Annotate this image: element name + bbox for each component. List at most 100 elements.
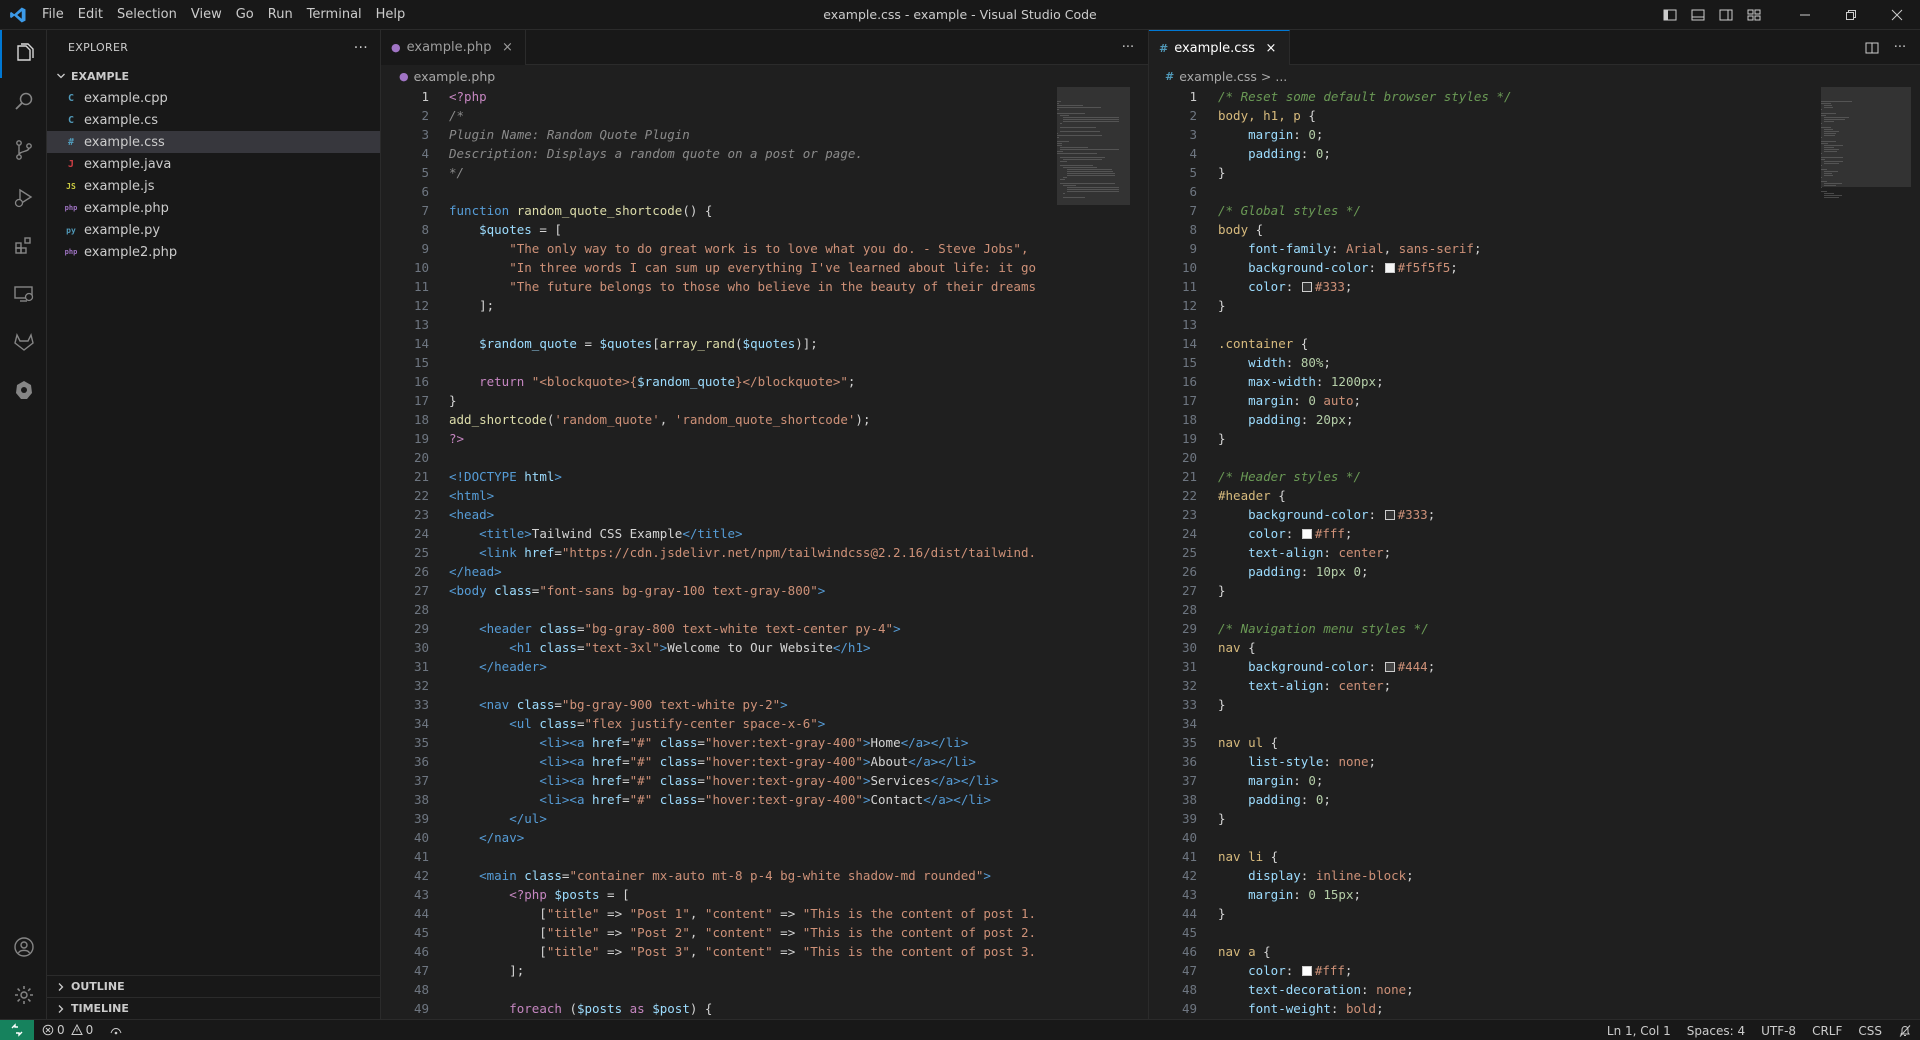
code-token: list-style (1248, 754, 1324, 769)
color-swatch[interactable] (1384, 662, 1395, 672)
code-line: /* Global styles */ (1218, 201, 1361, 220)
code-area-left[interactable]: 1 <?php 2 /* 3 Plugin Name: Random Quote Plug… (381, 87, 1148, 1019)
toggle-panel-icon[interactable] (1684, 0, 1712, 30)
code-token: => (772, 944, 803, 959)
code-line: function random_quote_shortcode() { (449, 201, 712, 220)
color-swatch[interactable] (1384, 263, 1395, 273)
tab-example-css[interactable]: # example.css × (1149, 30, 1290, 65)
more-actions-icon[interactable]: ··· (1886, 40, 1914, 55)
outline-section[interactable]: OUTLINE (47, 975, 380, 997)
code-token: = (554, 545, 562, 560)
indentation[interactable]: Spaces: 4 (1679, 1020, 1753, 1040)
code-token: ; (1427, 659, 1436, 674)
activity-bar (0, 30, 47, 1019)
code-token: : (1293, 127, 1309, 142)
code-token: color (1248, 526, 1286, 541)
close-tab-icon[interactable]: × (499, 40, 515, 55)
restore-icon[interactable] (1828, 0, 1874, 30)
code-line: <body class="font-sans bg-gray-100 text-… (449, 581, 825, 600)
menu-file[interactable]: File (35, 0, 71, 30)
color-swatch[interactable] (1301, 282, 1312, 292)
ports-icon[interactable] (101, 1020, 131, 1040)
accounts-icon[interactable] (0, 923, 47, 971)
minimap-right[interactable] (1821, 87, 1911, 1019)
code-token: ; (1344, 526, 1353, 541)
code-token: font-family (1248, 241, 1331, 256)
remote-explorer-icon[interactable] (0, 270, 47, 318)
file-item[interactable]: php example.php (47, 197, 380, 219)
code-token: </a></li> (908, 754, 976, 769)
extensions-icon[interactable] (0, 222, 47, 270)
code-token: $posts (576, 1001, 623, 1016)
split-editor-icon[interactable] (1858, 40, 1886, 56)
code-token: "flex justify-center space-x-6" (584, 716, 818, 731)
menu-view[interactable]: View (184, 0, 229, 30)
close-tab-icon[interactable]: × (1263, 41, 1279, 56)
language-mode[interactable]: CSS (1850, 1020, 1890, 1040)
menu-run[interactable]: Run (261, 0, 300, 30)
menu-selection[interactable]: Selection (110, 0, 184, 30)
code-token: => (599, 906, 630, 921)
breadcrumb-file[interactable]: example.php (414, 69, 496, 84)
minimize-icon[interactable] (1782, 0, 1828, 30)
remote-indicator[interactable] (0, 1019, 34, 1040)
code-area-right[interactable]: 1 /* Reset some default browser styles */… (1149, 87, 1920, 1019)
toggle-primary-sidebar-icon[interactable] (1656, 0, 1684, 30)
end-of-line[interactable]: CRLF (1804, 1020, 1850, 1040)
editor-actions-right: ··· (1858, 30, 1914, 65)
minimap-line (1821, 187, 1822, 189)
toggle-secondary-sidebar-icon[interactable] (1712, 0, 1740, 30)
timeline-section[interactable]: TIMELINE (47, 997, 380, 1019)
customize-layout-icon[interactable] (1740, 0, 1768, 30)
encoding[interactable]: UTF-8 (1753, 1020, 1804, 1040)
file-type-icon: php (64, 248, 78, 256)
file-item[interactable]: Cexample.cpp (47, 87, 380, 109)
problems-indicator[interactable]: 0 0 (34, 1020, 101, 1040)
file-item[interactable]: php example2.php (47, 241, 380, 263)
breadcrumb-tail[interactable]: > ... (1261, 69, 1287, 84)
folder-example[interactable]: EXAMPLE (47, 65, 380, 87)
close-window-icon[interactable] (1874, 0, 1920, 30)
notifications-bell-icon[interactable] (1890, 1020, 1920, 1040)
breadcrumb-file[interactable]: example.css (1179, 69, 1257, 84)
explorer-icon[interactable] (0, 30, 47, 78)
more-actions-icon[interactable]: ··· (354, 40, 368, 56)
kubernetes-icon[interactable] (0, 366, 47, 414)
more-actions-icon[interactable]: ··· (1114, 40, 1142, 55)
file-item[interactable]: JS example.js (47, 175, 380, 197)
run-debug-icon[interactable] (0, 174, 47, 222)
file-item[interactable]: Jexample.java (47, 153, 380, 175)
minimap-slider-right[interactable] (1821, 87, 1911, 187)
minimap-slider-left[interactable] (1057, 87, 1130, 205)
menu-edit[interactable]: Edit (71, 0, 110, 30)
menu-terminal[interactable]: Terminal (300, 0, 369, 30)
code-token: href (592, 754, 623, 769)
code-token: body, h1, p (1218, 108, 1301, 123)
code-token: [ (449, 906, 547, 921)
menu-go[interactable]: Go (229, 0, 261, 30)
file-item[interactable]: # example.css (47, 131, 380, 153)
cursor-position[interactable]: Ln 1, Col 1 (1599, 1020, 1679, 1040)
manage-gear-icon[interactable] (0, 971, 47, 1019)
color-swatch[interactable] (1301, 529, 1312, 539)
tab-example-php[interactable]: ● example.php × (381, 30, 527, 65)
code-line: */ (449, 163, 464, 182)
code-token: : (1285, 355, 1301, 370)
color-swatch[interactable] (1301, 966, 1312, 976)
color-swatch[interactable] (1384, 510, 1395, 520)
gitlab-icon[interactable] (0, 318, 47, 366)
source-control-icon[interactable] (0, 126, 47, 174)
code-line: add_shortcode('random_quote', 'random_qu… (449, 410, 870, 429)
file-label: example.php (84, 200, 169, 216)
code-token: "title" (546, 944, 600, 959)
file-item[interactable]: py example.py (47, 219, 380, 241)
search-icon[interactable] (0, 78, 47, 126)
code-token: ; (1450, 260, 1458, 275)
file-item[interactable]: Cexample.cs (47, 109, 380, 131)
remote-icon (11, 1023, 23, 1037)
menu-help[interactable]: Help (369, 0, 413, 30)
code-token: , (1383, 241, 1399, 256)
code-token: color (1248, 279, 1286, 294)
minimap-left[interactable] (1057, 87, 1130, 1019)
code-token: return (479, 374, 532, 389)
